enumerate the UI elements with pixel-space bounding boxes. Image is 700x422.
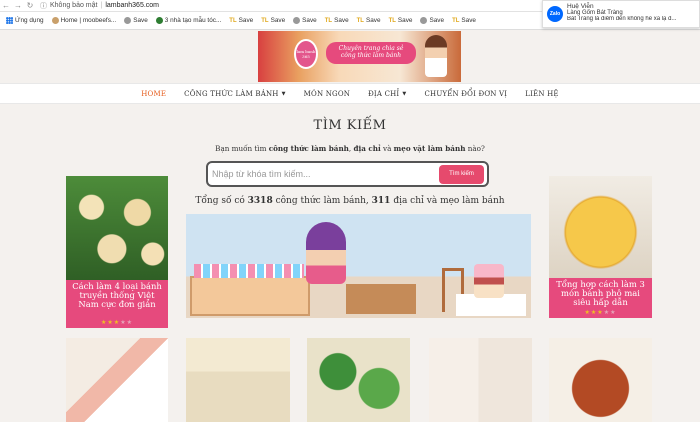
recipe-card-left[interactable]: Cách làm 4 loại bánh truyền thống Việt N… [66, 176, 168, 328]
info-icon: ⓘ [40, 2, 47, 10]
chevron-down-icon: ▼ [402, 90, 407, 97]
bookmark-item[interactable]: TL Save [389, 17, 413, 24]
counter [346, 284, 416, 314]
bookmark-item[interactable]: 3 nhà tạo mẫu tóc... [155, 17, 221, 24]
url-field[interactable]: ⓘ Không bảo mật | lambanh365.com [40, 1, 159, 11]
cupcake-shelf [190, 276, 310, 316]
url-text: lambanh365.com [105, 2, 160, 9]
bookmark-item[interactable]: Save [293, 17, 317, 24]
nav-item-unit-converter[interactable]: CHUYỂN ĐỔI ĐƠN VỊ [424, 90, 507, 98]
banner-slogan: Chuyên trang chia sẻ công thức làm bánh [326, 42, 416, 64]
rating-stars: ★★★★★ [584, 309, 617, 316]
tl-icon: TL [324, 17, 333, 24]
birthday-cake [474, 264, 504, 298]
nav-item-address[interactable]: ĐỊA CHỈ ▼ [368, 90, 406, 98]
site-favicon-icon [51, 17, 59, 24]
page-title: TÌM KIẾM [313, 118, 387, 133]
search-prompt: Bạn muốn tìm công thức làm bánh, địa chỉ… [215, 144, 485, 153]
tl-icon: TL [261, 17, 269, 24]
recipe-card-bottom-3[interactable] [307, 338, 410, 422]
bookmark-item[interactable]: TL Save [261, 17, 285, 24]
globe-icon [293, 17, 301, 24]
chef-illustration [425, 35, 447, 77]
main-nav: HOME CÔNG THỨC LÀM BÁNH ▼ MÓN NGON ĐỊA CH… [0, 83, 700, 104]
site-banner[interactable]: lam banh 365 Chuyên trang chia sẻ công t… [258, 31, 461, 82]
chevron-down-icon: ▼ [281, 90, 286, 97]
bookmark-item[interactable]: TL Save [229, 17, 253, 24]
nav-item-recipes[interactable]: CÔNG THỨC LÀM BÁNH ▼ [184, 90, 285, 98]
nav-item-home[interactable]: HOME [141, 90, 166, 98]
back-icon[interactable]: ← [0, 1, 12, 10]
zalo-icon: Zalo [547, 6, 563, 22]
bookmark-item[interactable]: TL Save [452, 17, 476, 24]
recipe-card-right[interactable]: Tổng hợp cách làm 3 món bánh phô mai siê… [549, 176, 652, 318]
globe-icon [124, 17, 132, 24]
recipe-card-bottom-5[interactable] [549, 338, 652, 422]
bookmark-apps[interactable]: Ứng dụng [6, 17, 44, 24]
recipe-image [66, 176, 168, 280]
forward-icon[interactable]: → [12, 1, 24, 10]
zalo-notification[interactable]: Zalo Huệ Viễn Làng Gốm Bát Tràng Bát Trà… [542, 0, 700, 28]
notification-line2: Bát Tràng là điểm đến không hề xa lạ đ..… [567, 16, 677, 22]
search-input[interactable] [212, 169, 439, 179]
hero-illustration [186, 214, 531, 318]
recipe-card-bottom-1[interactable] [66, 338, 168, 422]
search-button[interactable]: Tìm kiếm [439, 164, 484, 184]
nav-item-dishes[interactable]: MÓN NGON [304, 90, 350, 98]
baker-girl [306, 222, 346, 284]
recipe-card-bottom-2[interactable] [186, 338, 290, 422]
recipe-image [549, 176, 652, 278]
globe-icon [155, 17, 163, 24]
not-secure-label: Không bảo mật [50, 2, 98, 9]
site-logo: lam banh 365 [294, 39, 318, 69]
bookmark-item[interactable]: Save [420, 17, 444, 24]
tl-icon: TL [388, 17, 396, 24]
bookmark-item[interactable]: TL Save [357, 17, 381, 24]
cupcakes [194, 264, 304, 278]
tl-icon: TL [452, 17, 460, 24]
nav-item-contact[interactable]: LIÊN HỆ [525, 90, 559, 98]
rating-stars: ★★★★★ [101, 319, 133, 326]
bookmark-item[interactable]: Home | moobeefs... [51, 17, 116, 24]
tl-icon: TL [356, 17, 364, 24]
url-divider: | [100, 2, 103, 9]
bookmark-item[interactable]: Save [124, 17, 148, 24]
recipe-card-bottom-4[interactable] [429, 338, 532, 422]
notification-sender: Huệ Viễn [567, 3, 594, 10]
bookmark-item[interactable]: TL Save [325, 17, 349, 24]
globe-icon [420, 17, 428, 24]
reload-icon[interactable]: ↻ [24, 1, 36, 10]
tl-icon: TL [229, 17, 237, 24]
apps-grid-icon [6, 17, 13, 24]
search-box: Tìm kiếm [206, 161, 489, 187]
